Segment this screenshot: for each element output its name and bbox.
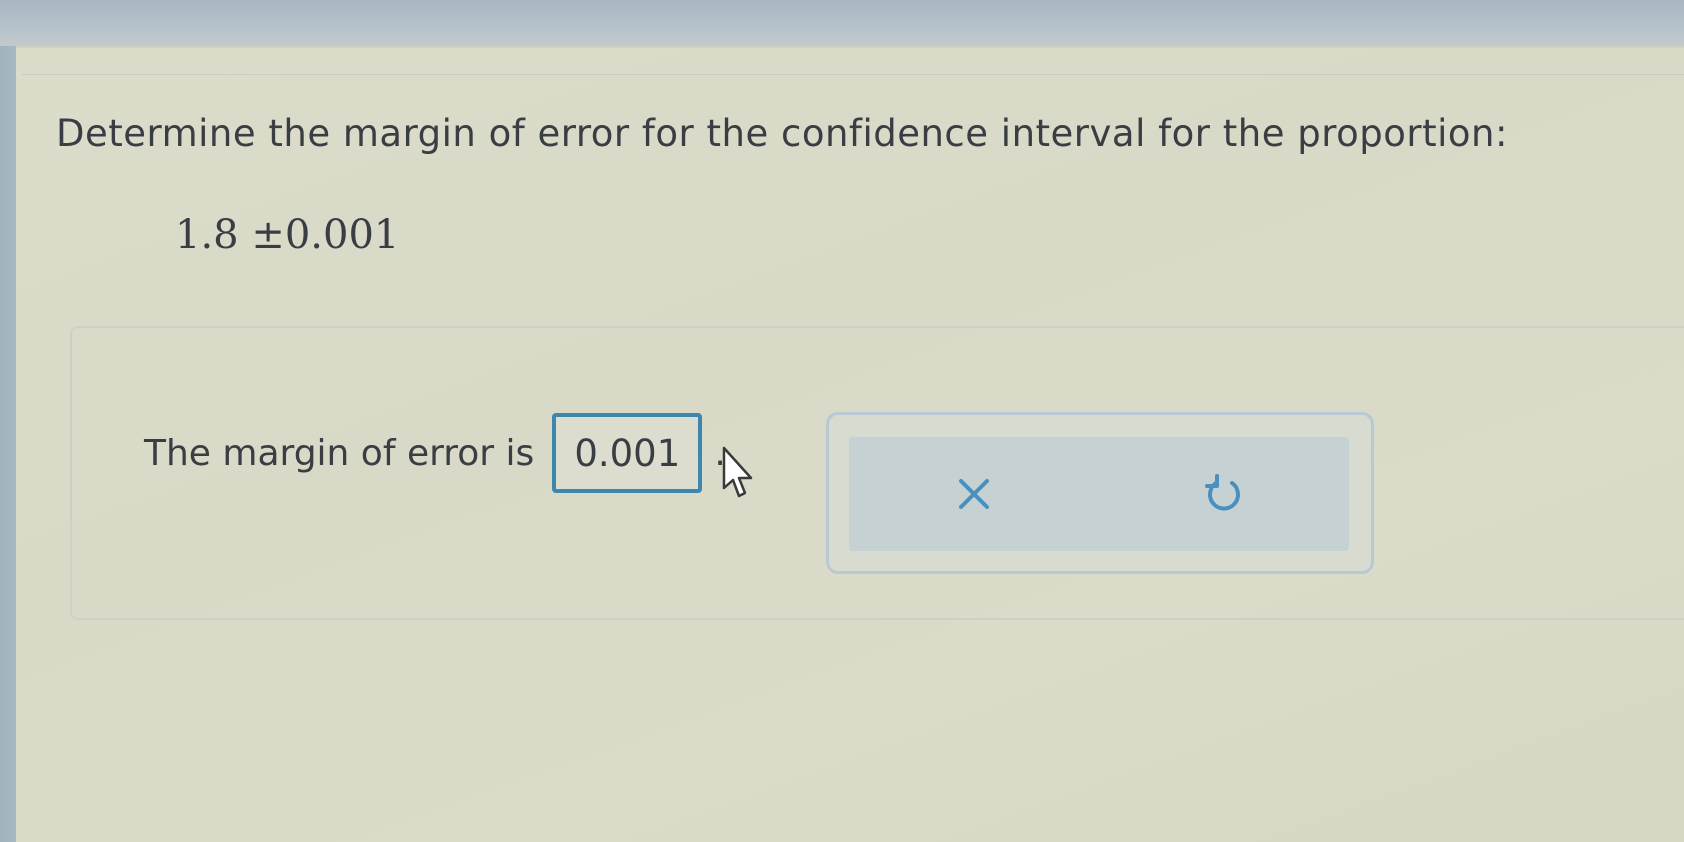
answer-actions [826,412,1374,574]
clear-answer-button[interactable] [944,464,1004,524]
mouse-pointer-icon [722,446,753,498]
answer-actions-bar [849,437,1349,551]
answer-label: The margin of error is [144,432,535,474]
answer-row: The margin of error is . [144,408,726,498]
confidence-interval-expression: 1.8 ±0.001 [175,212,400,258]
margin-of-error-input[interactable] [552,413,703,493]
browser-top-bar [0,0,1684,46]
reset-answer-button[interactable] [1194,464,1254,524]
undo-icon [1205,474,1240,511]
close-icon [959,479,989,509]
question-prompt: Determine the margin of error for the co… [56,112,1508,155]
